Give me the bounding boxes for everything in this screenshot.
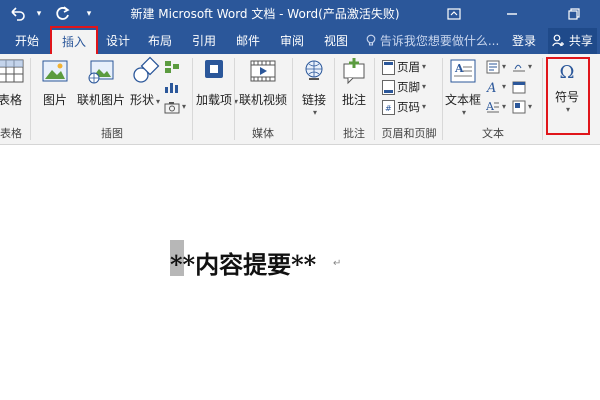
smartart-button[interactable] [164, 58, 180, 76]
redo-icon[interactable] [52, 3, 74, 25]
addins-button[interactable]: 加载项 ▾ [196, 56, 239, 108]
document-text[interactable]: **内容提要** [170, 245, 316, 280]
restore-icon[interactable] [560, 2, 588, 26]
group-divider [442, 58, 443, 140]
online-video-button[interactable]: 联机视频 [236, 56, 290, 108]
picture-label: 图片 [42, 93, 67, 107]
customize-toolbar-icon[interactable]: ▾ [78, 3, 100, 25]
paragraph-mark: ↵ [333, 258, 342, 269]
online-picture-icon [88, 60, 114, 84]
picture-icon [42, 60, 68, 82]
share-label: 共享 [568, 34, 593, 48]
table-button[interactable]: 表格 [0, 56, 26, 108]
textbox-dropdown-icon: ▾ [461, 108, 466, 117]
ribbon-display-icon[interactable] [440, 2, 468, 26]
screenshot-button[interactable]: ▾ [164, 98, 186, 116]
date-time-icon [512, 81, 526, 94]
tab-view[interactable]: 视图 [318, 28, 354, 54]
video-icon [250, 60, 276, 82]
group-divider [234, 58, 235, 140]
group-label-media: 媒体 [252, 127, 274, 140]
link-globe-icon [305, 60, 323, 80]
group-divider [30, 58, 31, 140]
page-number-button[interactable]: # 页码 ▾ [382, 98, 426, 116]
table-icon [0, 59, 24, 83]
group-label-illustrations: 插图 [101, 127, 123, 140]
footer-label: 页脚 [397, 80, 420, 94]
svg-text:A: A [454, 62, 464, 75]
smartart-icon [165, 61, 179, 73]
shapes-button[interactable]: 形状 ▾ [128, 56, 162, 108]
textbox-icon: A [450, 59, 476, 83]
drop-cap-icon: A [486, 100, 499, 113]
svg-text:A: A [486, 100, 495, 113]
tab-layout[interactable]: 布局 [142, 28, 178, 54]
quick-parts-icon [486, 60, 500, 74]
signature-line-icon [513, 64, 526, 72]
quick-parts-button[interactable]: ▾ ▾ [486, 58, 532, 76]
person-icon [552, 34, 569, 48]
group-label-tables: 表格 [0, 127, 22, 140]
group-label-comments: 批注 [343, 127, 365, 140]
window-title: 新建 Microsoft Word 文档 - Word(产品激活失败) [130, 7, 400, 21]
header-icon [382, 59, 395, 75]
camera-icon [164, 102, 180, 114]
object-icon [512, 100, 526, 114]
footer-icon [382, 79, 395, 95]
online-picture-label: 联机图片 [76, 93, 125, 107]
table-label: 表格 [0, 93, 22, 107]
lightbulb-icon [366, 34, 380, 48]
group-label-header-footer: 页眉和页脚 [381, 127, 437, 140]
store-icon [205, 60, 223, 78]
svg-text:#: # [385, 104, 392, 113]
tell-me-search[interactable]: 告诉我您想要做什么... [366, 28, 499, 54]
page-number-label: 页码 [397, 100, 420, 114]
picture-button[interactable]: 图片 [36, 56, 74, 108]
online-video-label: 联机视频 [238, 93, 287, 107]
textbox-label: 文本框 [444, 93, 481, 107]
tab-start[interactable]: 开始 [8, 28, 46, 54]
login-button[interactable]: 登录 [512, 28, 536, 54]
document-area[interactable]: **内容提要** ↵ [0, 145, 600, 400]
tab-review[interactable]: 审阅 [274, 28, 310, 54]
minimize-icon[interactable] [498, 2, 526, 26]
online-picture-button[interactable]: 联机图片 [76, 56, 126, 108]
chart-icon [165, 83, 178, 93]
group-divider [192, 58, 193, 140]
textbox-button[interactable]: A 文本框 ▾ [444, 56, 482, 117]
links-label: 链接 [301, 93, 326, 107]
tell-me-placeholder: 告诉我您想要做什么... [379, 34, 500, 48]
share-button[interactable]: 共享 [548, 28, 597, 54]
shapes-label: 形状 ▾ [129, 93, 161, 107]
links-dropdown-icon: ▾ [312, 108, 317, 117]
undo-icon[interactable] [6, 3, 28, 25]
tab-references[interactable]: 引用 [186, 28, 222, 54]
header-button[interactable]: 页眉 ▾ [382, 58, 426, 76]
svg-text:A: A [486, 81, 496, 94]
ribbon-insert: 表格 表格 图片 联机图片 形状 ▾ ▾ 插图 加载项 ▾ 联机视频 媒体 链接… [0, 54, 600, 145]
page-number-icon: # [382, 99, 395, 115]
comment-icon [343, 58, 365, 85]
header-label: 页眉 [397, 60, 420, 74]
addins-label: 加载项 ▾ [196, 93, 239, 107]
drop-cap-button[interactable]: A ▾ ▾ [486, 98, 532, 116]
chart-button[interactable] [164, 78, 180, 96]
comment-label: 批注 [341, 93, 366, 107]
shapes-icon [133, 56, 160, 83]
comment-button[interactable]: 批注 [336, 56, 372, 108]
group-divider [542, 58, 543, 140]
wordart-icon: A [486, 81, 496, 94]
symbol-button-highlight [546, 57, 590, 135]
tab-mailings[interactable]: 邮件 [230, 28, 266, 54]
title-bar: ▾ ▾ 新建 Microsoft Word 文档 - Word(产品激活失败) [0, 0, 600, 28]
group-divider [334, 58, 335, 140]
group-label-text: 文本 [482, 127, 504, 140]
footer-button[interactable]: 页脚 ▾ [382, 78, 426, 96]
chevron-down-icon[interactable]: ▾ [28, 3, 50, 25]
tab-design[interactable]: 设计 [100, 28, 136, 54]
group-divider [374, 58, 375, 140]
wordart-button[interactable]: A ▾ [486, 78, 526, 96]
links-button[interactable]: 链接 ▾ [296, 56, 332, 117]
group-divider [292, 58, 293, 140]
